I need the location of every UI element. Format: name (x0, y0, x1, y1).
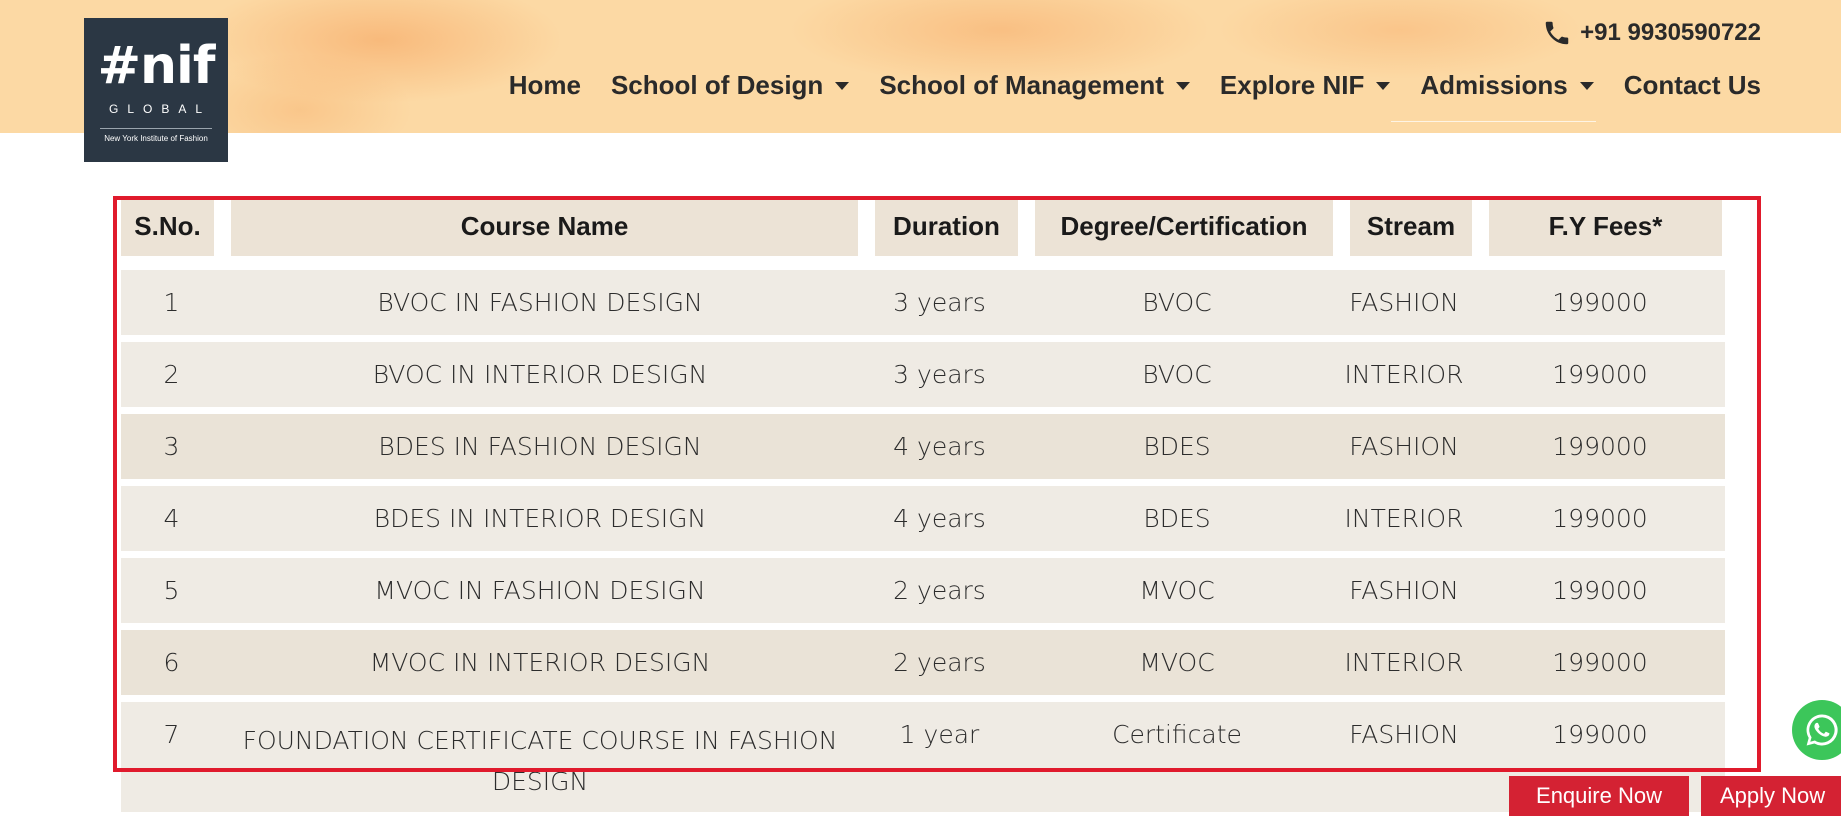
table-row: 7 FOUNDATION CERTIFICATE COURSE IN FASHI… (121, 702, 1725, 812)
chevron-down-icon[interactable] (1376, 81, 1391, 90)
cell-sno: 7 (163, 720, 180, 749)
cell-fees: 199000 (1552, 720, 1648, 749)
phone-icon (1545, 21, 1569, 45)
header-fees: F.Y Fees* (1489, 196, 1722, 256)
nav-home[interactable]: Home (509, 70, 581, 101)
cell-fees: 199000 (1552, 648, 1648, 677)
cell-fees: 199000 (1552, 504, 1648, 533)
whatsapp-button[interactable] (1792, 700, 1841, 760)
chevron-down-icon[interactable] (1175, 81, 1190, 90)
nav-school-of-design-label[interactable]: School of Design (611, 70, 823, 101)
cell-degree: BVOC (1142, 288, 1212, 317)
nav-school-of-design[interactable]: School of Design (611, 70, 850, 101)
cell-course-name: MVOC IN FASHION DESIGN (374, 576, 706, 605)
table-header-row: S.No. Course Name Duration Degree/Certif… (121, 196, 1725, 256)
cell-course-name: BVOC IN INTERIOR DESIGN (372, 360, 708, 389)
cell-duration: 1 year (899, 720, 980, 749)
cell-duration: 4 years (893, 504, 986, 533)
logo-tagline: New York Institute of Fashion (104, 134, 208, 143)
chevron-down-icon[interactable] (835, 81, 850, 90)
cell-course-name: FOUNDATION CERTIFICATE COURSE IN FASHION… (242, 726, 838, 796)
table-row: 2 BVOC IN INTERIOR DESIGN 3 years BVOC I… (121, 342, 1725, 407)
cell-course-name: BDES IN INTERIOR DESIGN (373, 504, 707, 533)
nav-admissions-label[interactable]: Admissions (1420, 70, 1567, 101)
cell-duration: 2 years (893, 648, 986, 677)
cell-stream: FASHION (1349, 576, 1459, 605)
cell-degree: MVOC (1139, 648, 1215, 677)
main-nav: Home School of Design School of Manageme… (509, 70, 1761, 101)
cell-stream: FASHION (1349, 432, 1459, 461)
nav-explore-nif[interactable]: Explore NIF (1220, 70, 1391, 101)
nav-active-underline (1391, 121, 1596, 122)
cell-duration: 3 years (893, 288, 986, 317)
cell-stream: INTERIOR (1344, 360, 1464, 389)
table-row: 4 BDES IN INTERIOR DESIGN 4 years BDES I… (121, 486, 1725, 551)
header-stream: Stream (1350, 196, 1472, 256)
site-header: +91 9930590722 Home School of Design Sch… (0, 0, 1841, 133)
cell-sno: 5 (163, 576, 180, 605)
header-course-name: Course Name (231, 196, 858, 256)
header-sno: S.No. (121, 196, 214, 256)
cell-stream: INTERIOR (1344, 504, 1464, 533)
cell-sno: 3 (163, 432, 180, 461)
cell-sno: 1 (163, 288, 180, 317)
cell-fees: 199000 (1552, 576, 1648, 605)
header-duration: Duration (875, 196, 1018, 256)
nav-contact-us-label[interactable]: Contact Us (1624, 70, 1761, 101)
nav-admissions[interactable]: Admissions (1420, 70, 1594, 101)
table-row: 5 MVOC IN FASHION DESIGN 2 years MVOC FA… (121, 558, 1725, 623)
table-row: 3 BDES IN FASHION DESIGN 4 years BDES FA… (121, 414, 1725, 479)
cell-course-name: MVOC IN INTERIOR DESIGN (369, 648, 711, 677)
courses-table: S.No. Course Name Duration Degree/Certif… (121, 196, 1725, 819)
cell-degree: Certificate (1112, 720, 1242, 749)
table-row: 6 MVOC IN INTERIOR DESIGN 2 years MVOC I… (121, 630, 1725, 695)
site-logo[interactable]: #nif GLOBAL New York Institute of Fashio… (84, 18, 228, 162)
cell-stream: FASHION (1349, 288, 1459, 317)
cell-sno: 2 (163, 360, 180, 389)
logo-divider (100, 128, 212, 129)
enquire-now-button[interactable]: Enquire Now (1509, 776, 1689, 816)
logo-subtitle: GLOBAL (108, 102, 212, 116)
logo-wordmark: #nif (97, 36, 215, 96)
phone-number[interactable]: +91 9930590722 (1580, 19, 1761, 47)
cell-degree: BDES (1143, 504, 1211, 533)
cell-fees: 199000 (1552, 288, 1648, 317)
cell-duration: 4 years (893, 432, 986, 461)
apply-now-button[interactable]: Apply Now (1701, 776, 1841, 816)
cell-course-name: BDES IN FASHION DESIGN (378, 432, 702, 461)
cell-stream: FASHION (1349, 720, 1459, 749)
cell-fees: 199000 (1552, 432, 1648, 461)
chevron-down-icon[interactable] (1579, 81, 1594, 90)
nav-contact-us[interactable]: Contact Us (1624, 70, 1761, 101)
header-degree: Degree/Certification (1035, 196, 1333, 256)
cell-degree: BDES (1143, 432, 1211, 461)
cell-fees: 199000 (1552, 360, 1648, 389)
nav-home-label[interactable]: Home (509, 70, 581, 101)
cell-sno: 6 (163, 648, 180, 677)
nav-school-of-management[interactable]: School of Management (879, 70, 1190, 101)
cell-duration: 3 years (893, 360, 986, 389)
cell-duration: 2 years (893, 576, 986, 605)
cell-degree: BVOC (1142, 360, 1212, 389)
table-row: 1 BVOC IN FASHION DESIGN 3 years BVOC FA… (121, 270, 1725, 335)
nav-explore-nif-label[interactable]: Explore NIF (1220, 70, 1364, 101)
cell-stream: INTERIOR (1344, 648, 1464, 677)
cell-sno: 4 (163, 504, 180, 533)
whatsapp-icon (1806, 714, 1838, 746)
phone-contact[interactable]: +91 9930590722 (1542, 18, 1761, 48)
cell-course-name: BVOC IN FASHION DESIGN (377, 288, 703, 317)
cell-degree: MVOC (1139, 576, 1215, 605)
nav-school-of-management-label[interactable]: School of Management (879, 70, 1164, 101)
